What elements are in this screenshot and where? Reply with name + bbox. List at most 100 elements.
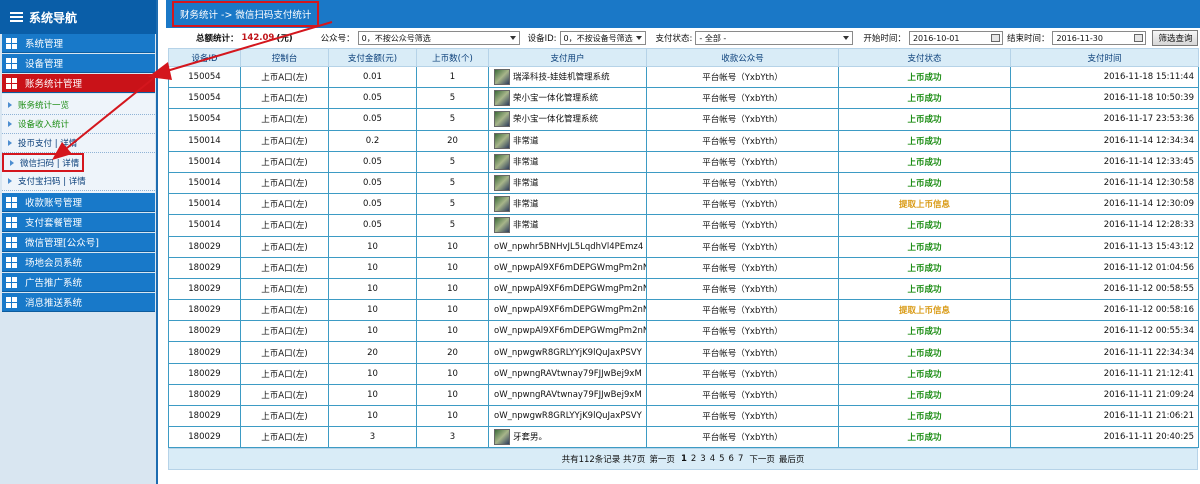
submenu-item-device-income[interactable]: 设备收入统计 [2, 115, 155, 134]
cell-device-id-text: 150054 [188, 114, 221, 125]
cell-user-text: oW_npwgwR8GRLYYjK9lQuJaxPSVY [494, 347, 642, 358]
pager-page-link[interactable]: 1 [681, 454, 687, 464]
menu-item-wechat[interactable]: 微信管理[公众号] [2, 233, 155, 252]
submenu-item-alipay-scan[interactable]: 支付宝扫码 | 详情 [2, 172, 155, 191]
cell-amount: 10 [328, 235, 417, 258]
cell-status-text: 上币成功 [907, 433, 942, 444]
cell-time-text: 2016-11-11 21:09:24 [1103, 389, 1194, 400]
start-date-input[interactable]: 2016-10-01 [908, 31, 1003, 45]
account-select[interactable]: 0，不按公众号筛选 [357, 31, 520, 45]
menu-item-packages[interactable]: 支付套餐管理 [2, 213, 155, 232]
cell-coins: 10 [416, 277, 489, 301]
menu-item-label: 广告推广系统 [25, 278, 83, 289]
menu-item-system[interactable]: 系统管理 [2, 34, 155, 53]
table-row: 150014 上币A口(左) 0.05 5 非常道 平台帐号（YxbYth） 上币成功 201… [168, 171, 1199, 195]
pager-last-link[interactable]: 最后页 [779, 453, 805, 465]
cell-coins: 5 [416, 193, 489, 216]
cell-amount: 10 [328, 277, 417, 301]
cell-console-text: 上币A口(左) [261, 348, 308, 359]
cell-status: 上币成功 [838, 426, 1011, 449]
cell-account: 平台帐号（YxbYth） [646, 108, 839, 131]
pager-page-link[interactable]: 5 [719, 454, 724, 464]
pager-next-link[interactable]: 下一页 [749, 453, 775, 465]
pager-page-link[interactable]: 6 [729, 454, 734, 464]
menu-item-finance[interactable]: 账务统计管理 [2, 74, 155, 93]
cell-amount-text: 0.05 [363, 93, 382, 104]
cell-amount: 0.2 [328, 129, 417, 152]
avatar [494, 132, 510, 149]
query-button[interactable]: 筛选查询 [1152, 30, 1199, 46]
status-select[interactable]: - 全部 - [695, 31, 854, 45]
menu-item-members[interactable]: 场地会员系统 [2, 253, 155, 272]
calendar-icon[interactable] [1134, 34, 1144, 42]
cell-console: 上币A口(左) [240, 171, 329, 195]
submenu-item-wechat-scan[interactable]: 微信扫码 | 详情 [2, 153, 84, 172]
cell-amount-text: 0.05 [363, 199, 382, 210]
pager-first-link[interactable]: 第一页 [649, 453, 675, 465]
cell-coins-text: 5 [449, 114, 456, 125]
cell-console: 上币A口(左) [240, 362, 329, 385]
cell-coins-text: 10 [447, 305, 458, 316]
cell-status: 提取上币信息 [838, 299, 1011, 322]
cell-user-text: oW_npwpAl9XF6mDEPGWmgPm2nNjs [494, 283, 647, 294]
menu-item-device[interactable]: 设备管理 [2, 54, 155, 73]
calendar-icon[interactable] [990, 34, 1000, 42]
table-row: 180029 上币A口(左) 10 10 oW_npwpAl9XF6mDEPGWmgPm… [168, 277, 1199, 301]
pager-page-link[interactable]: 7 [738, 454, 743, 464]
cell-user-text: 牙套男。 [513, 432, 548, 443]
cell-account: 平台帐号（YxbYth） [646, 320, 839, 343]
submenu-item-overview[interactable]: 账务统计一览 [2, 96, 155, 115]
cell-time: 2016-11-11 21:06:21 [1010, 404, 1199, 428]
submenu-item-coin-pay[interactable]: 投币支付 | 详情 [2, 134, 155, 153]
cell-time: 2016-11-14 12:30:09 [1010, 193, 1199, 216]
end-date-value: 2016-11-30 [1056, 33, 1103, 43]
cell-user-text: 非常道 [513, 157, 539, 168]
cell-user-text: 非常道 [513, 220, 539, 231]
column-header: 支付时间 [1010, 48, 1199, 67]
cell-account: 平台帐号（YxbYth） [646, 87, 839, 110]
cell-amount: 10 [328, 299, 417, 322]
menu-item-push[interactable]: 消息推送系统 [2, 293, 155, 312]
column-header: 控制台 [240, 48, 329, 67]
breadcrumb-bar: 财务统计 -> 微信扫码支付统计 [166, 0, 1200, 28]
pager-page-link[interactable]: 4 [710, 454, 715, 464]
chevron-down-icon [843, 36, 850, 40]
cell-account-text: 平台帐号（YxbYth） [702, 348, 783, 359]
main-content: 财务统计 -> 微信扫码支付统计 总额统计： 142.09 (元) 公众号： 0… [166, 0, 1200, 484]
cell-user: oW_npwpAl9XF6mDEPGWmgPm2nNjs [488, 320, 647, 343]
cell-time: 2016-11-12 00:58:55 [1010, 277, 1199, 301]
cell-amount-text: 10 [367, 283, 378, 294]
cell-console-text: 上币A口(左) [261, 433, 308, 444]
cell-coins-text: 3 [449, 432, 456, 443]
cell-user: oW_npwngRAVtwnay79FJJwBej9xM [488, 362, 647, 385]
cell-status: 上币成功 [838, 277, 1011, 301]
menu-item-label: 收款账号管理 [25, 198, 83, 209]
cell-amount: 10 [328, 404, 417, 428]
cell-time: 2016-11-14 12:30:58 [1010, 171, 1199, 195]
cell-user-text: 瑞泽科技-娃娃机管理系统 [513, 72, 610, 83]
pagination: 共有112条记录 共7页 第一页 1234567 下一页 最后页 [168, 448, 1198, 471]
cell-account: 平台帐号（YxbYth） [646, 299, 839, 322]
cell-console-text: 上币A口(左) [261, 327, 308, 338]
cell-status: 上币成功 [838, 256, 1011, 279]
cell-user: oW_npwngRAVtwnay79FJJwBej9xM [488, 383, 647, 407]
cell-coins: 1 [416, 65, 489, 89]
menu-item-label: 账务统计管理 [25, 79, 83, 90]
cell-device-id: 150014 [168, 171, 241, 195]
menu-item-ads[interactable]: 广告推广系统 [2, 273, 155, 292]
device-select[interactable]: 0，不按设备号筛选 [559, 31, 646, 45]
table-row: 150014 上币A口(左) 0.05 5 非常道 平台帐号（YxbYth） 提取上币信息 2… [168, 193, 1199, 216]
cell-console: 上币A口(左) [240, 320, 329, 343]
account-select-value: 0，不按公众号筛选 [361, 33, 431, 43]
cell-coins-text: 10 [447, 241, 458, 252]
end-date-input[interactable]: 2016-11-30 [1052, 31, 1147, 45]
cell-coins: 5 [416, 214, 489, 237]
pager-page-link[interactable]: 2 [691, 454, 696, 464]
cell-account: 平台帐号（YxbYth） [646, 404, 839, 428]
cell-user-text: oW_npwpAl9XF6mDEPGWmgPm2nNjs [494, 262, 647, 273]
cell-amount: 0.01 [328, 65, 417, 89]
pager-page-link[interactable]: 3 [700, 454, 705, 464]
menu-item-accounts[interactable]: 收款账号管理 [2, 193, 155, 212]
cell-console: 上币A口(左) [240, 129, 329, 152]
cell-time-text: 2016-11-18 10:50:39 [1103, 93, 1194, 104]
